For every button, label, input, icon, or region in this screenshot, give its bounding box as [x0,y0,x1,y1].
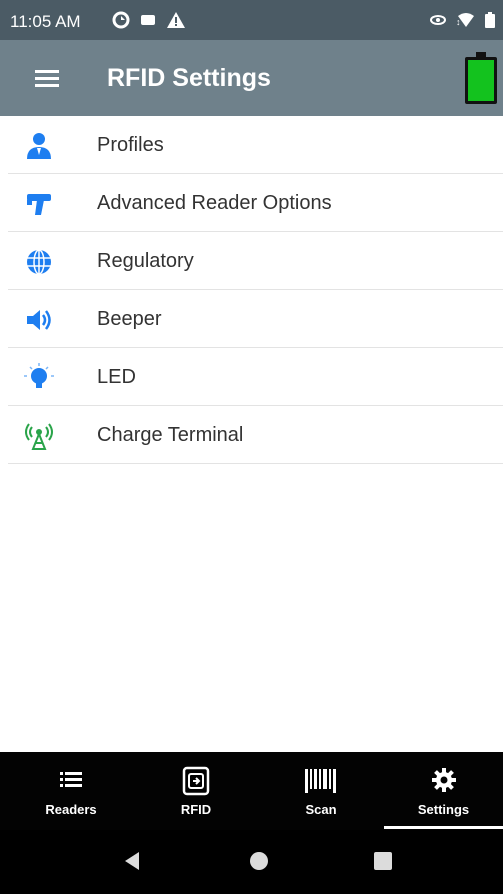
tab-readers[interactable]: Readers [8,752,134,830]
list-item-label: Beeper [97,308,162,330]
tab-label: Settings [417,802,470,817]
list-item-beeper[interactable]: Beeper [8,290,503,348]
globe-icon [27,249,51,275]
barcode-icon [305,769,336,793]
status-right-icons: ↕ [429,10,495,30]
list-item-label: Advanced Reader Options [97,192,332,214]
svg-text:↕: ↕ [456,17,461,27]
nfc-icon [430,15,446,25]
message-icon [141,15,155,25]
settings-list: Profiles Advanced Reader Options Regulat… [8,116,503,464]
tab-rfid[interactable]: RFID [134,752,258,830]
reader-battery-icon [465,52,497,104]
list-item-label: LED [97,366,136,388]
system-nav-bar [0,830,503,894]
tab-label: RFID [180,802,212,817]
list-item-advanced-reader-options[interactable]: Advanced Reader Options [8,174,503,232]
profile-icon [27,133,51,159]
list-item-label: Regulatory [97,250,194,272]
bottom-nav: Readers RFID Scan Settings [0,752,503,830]
reader-gun-icon [27,194,51,215]
back-icon[interactable] [123,850,141,872]
status-bar: 11:05 AM ↕ [0,0,503,40]
tab-label: Scan [305,802,337,817]
tab-scan[interactable]: Scan [258,752,384,830]
page-title: RFID Settings [107,64,271,92]
list-item-label: Profiles [97,134,164,156]
sync-icon [112,11,130,29]
list-item-profiles[interactable]: Profiles [8,116,503,174]
battery-small-icon [485,12,495,28]
speaker-icon [27,310,51,330]
list-item-charge-terminal[interactable]: Charge Terminal [8,406,503,464]
list-icon [60,772,82,787]
list-item-led[interactable]: LED [8,348,503,406]
charge-terminal-icon [25,423,53,450]
gear-icon [431,768,456,792]
recents-icon[interactable] [373,850,393,872]
active-tab-indicator [384,826,503,829]
menu-button[interactable] [30,66,64,92]
status-left-icons [112,10,186,30]
list-item-regulatory[interactable]: Regulatory [8,232,503,290]
warning-icon [167,12,185,28]
home-icon[interactable] [249,850,269,872]
wifi-icon: ↕ [456,13,474,27]
rfid-tag-icon [182,766,210,796]
list-item-label: Charge Terminal [97,424,244,446]
app-bar: RFID Settings [0,40,503,116]
tab-settings[interactable]: Settings [384,752,503,830]
tab-label: Readers [45,802,97,817]
led-bulb-icon [24,363,54,388]
status-time: 11:05 AM [10,12,81,31]
